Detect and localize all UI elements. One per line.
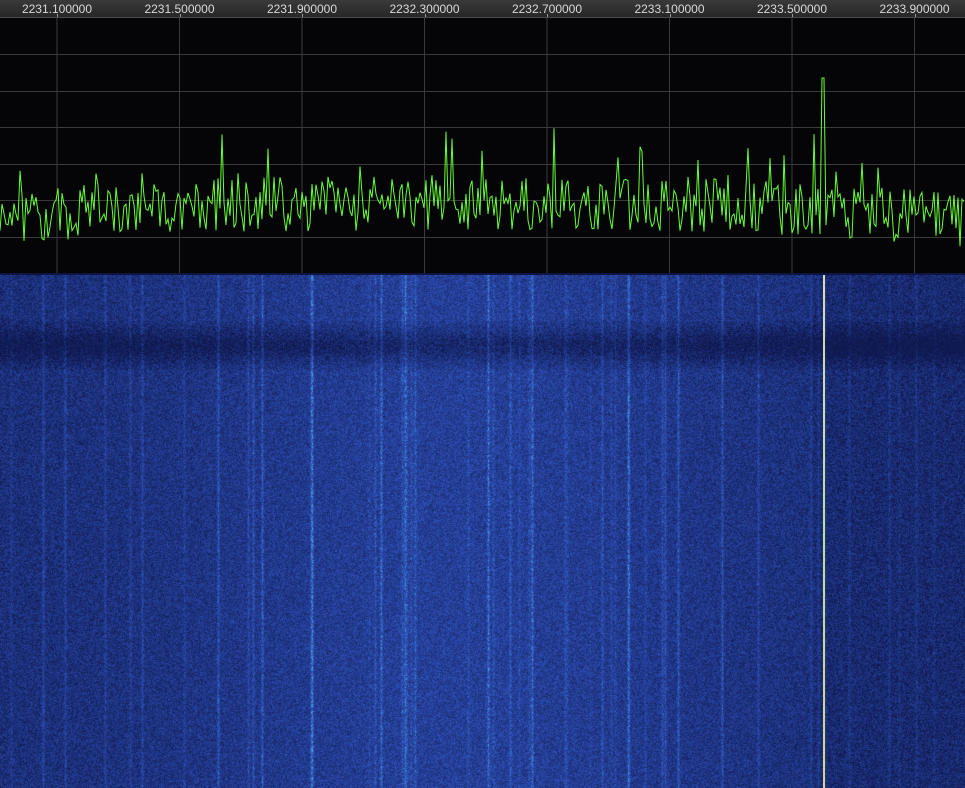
frequency-tick-mark	[547, 14, 548, 17]
frequency-tick-mark	[424, 14, 426, 17]
waterfall-display[interactable]	[0, 275, 965, 788]
spectrum-svg	[0, 18, 965, 273]
sdr-display: 2231.100000 2231.500000 2231.900000 2232.30…	[0, 0, 965, 788]
frequency-tick-mark	[669, 14, 671, 17]
frequency-tick-mark	[914, 14, 916, 17]
frequency-tick-mark	[792, 14, 793, 17]
waterfall-canvas	[0, 275, 965, 788]
frequency-marker[interactable]	[823, 275, 825, 788]
spectrum-grid	[0, 18, 965, 273]
spectrum-plot[interactable]	[0, 18, 965, 273]
frequency-axis[interactable]: 2231.100000 2231.500000 2231.900000 2232.30…	[0, 0, 965, 18]
spectrum-trace	[0, 77, 965, 247]
frequency-tick-mark	[179, 14, 181, 17]
frequency-tick-mark	[302, 14, 303, 17]
frequency-tick-mark	[57, 14, 58, 17]
